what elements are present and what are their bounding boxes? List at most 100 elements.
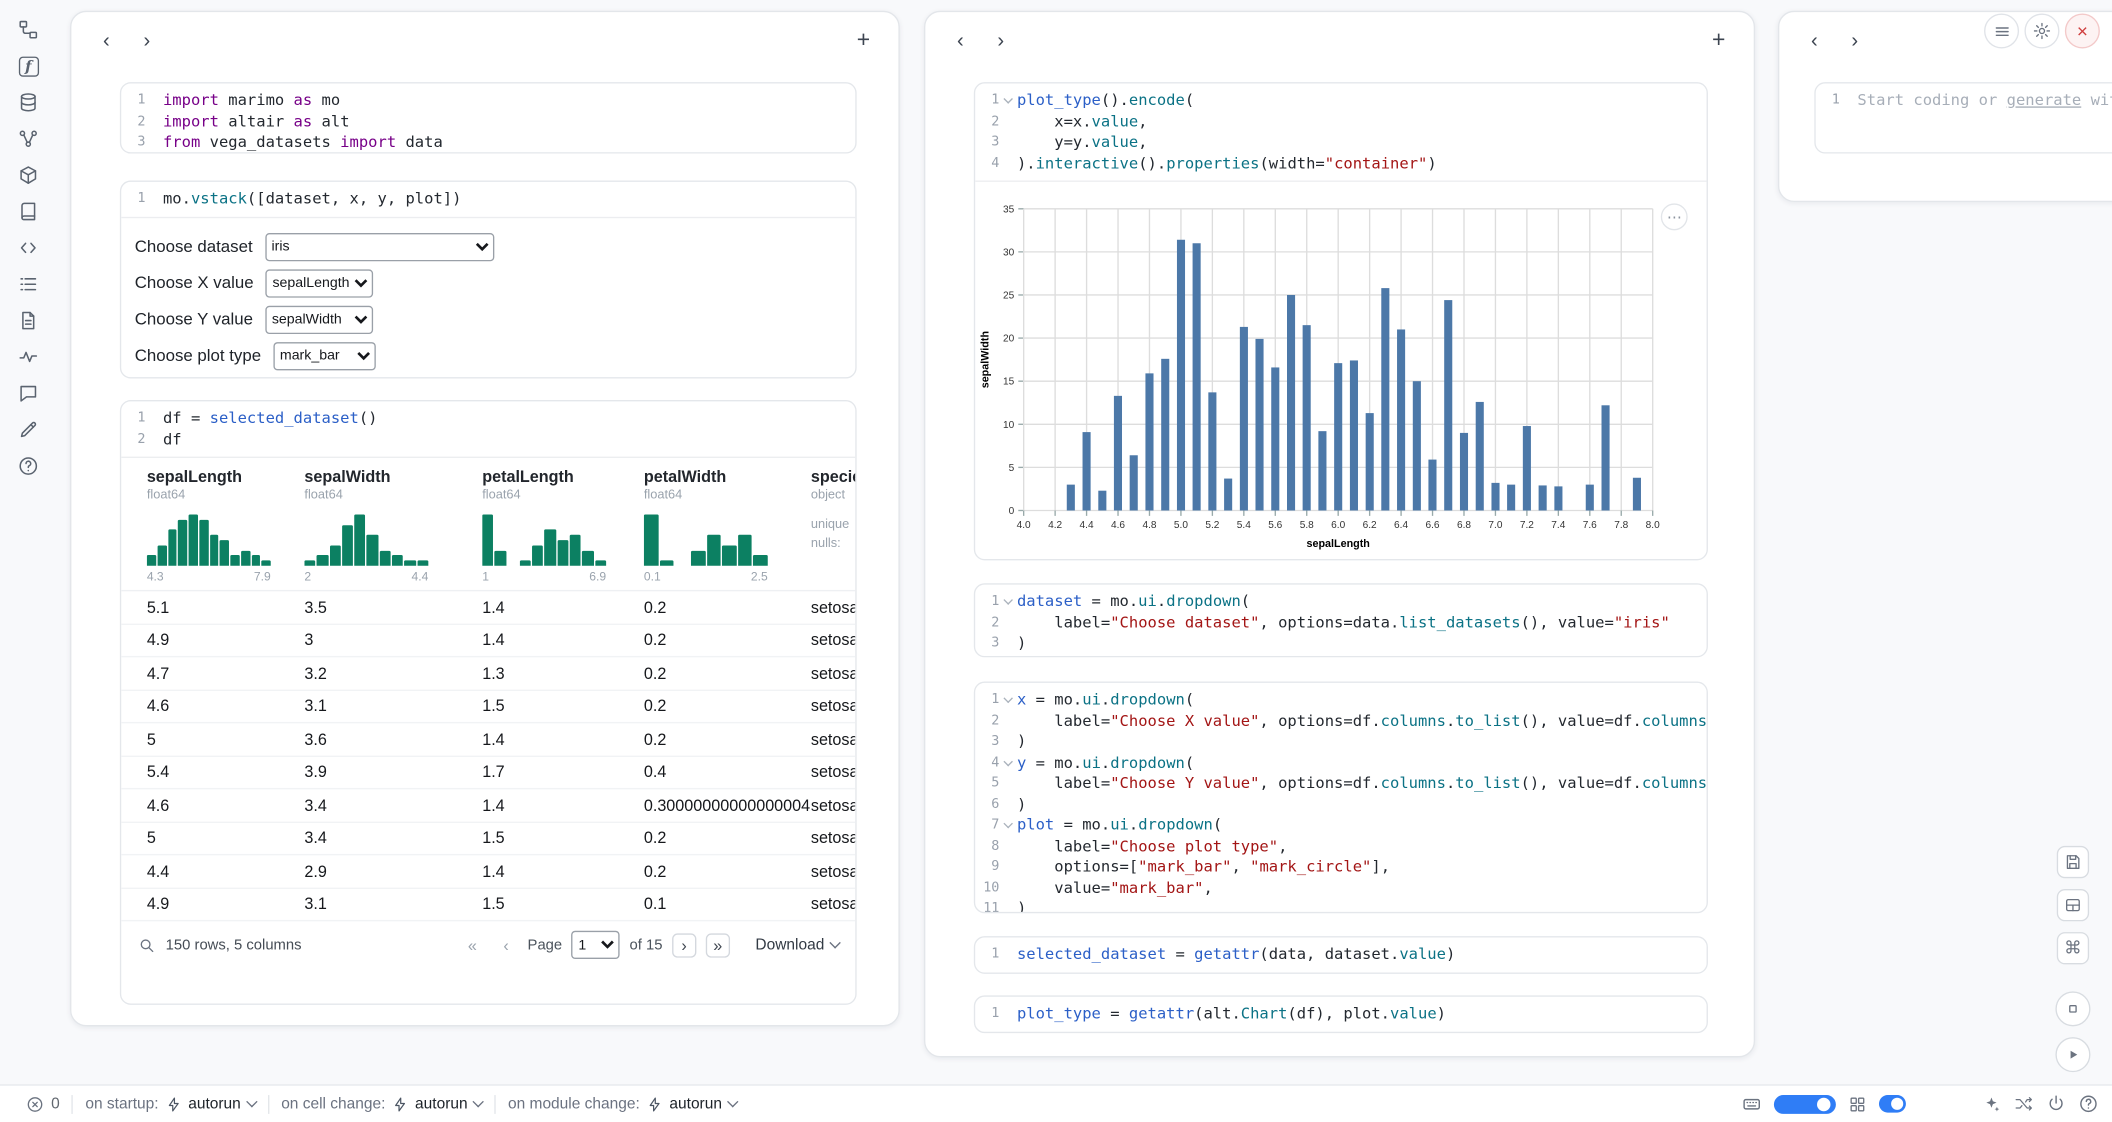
prev-page-button[interactable]: ‹ (494, 933, 518, 957)
sidebar-item-file-explorer[interactable] (11, 13, 46, 45)
column-expand-right-button[interactable]: › (131, 24, 163, 56)
code-editor[interactable]: 1mo.vstack([dataset, x, y, plot]) (121, 182, 855, 216)
first-page-button[interactable]: « (460, 933, 484, 957)
stop-icon (2064, 999, 2083, 1018)
sidebar-item-outline[interactable] (11, 195, 46, 227)
column-expand-right-button[interactable]: › (1839, 24, 1871, 56)
compact-toggle[interactable] (1879, 1095, 1906, 1113)
add-cell-button[interactable]: + (1703, 24, 1735, 56)
settings-button[interactable] (2024, 13, 2059, 48)
fold-toggle-icon[interactable] (999, 90, 1017, 111)
table-row[interactable]: 53.61.40.2setosa (121, 723, 855, 756)
keyboard-icon[interactable] (1742, 1094, 1762, 1114)
table-row[interactable]: 4.93.11.50.1setosa (121, 888, 855, 921)
sidebar-item-variables[interactable] (11, 123, 46, 155)
code-cell-imports[interactable]: 1import marimo as mo2import altair as al… (120, 82, 857, 153)
error-count-indicator[interactable]: 0 (13, 1094, 71, 1113)
chart-actions-button[interactable]: ⋯ (1661, 203, 1688, 230)
code-line: 2import altair as alt (121, 111, 855, 132)
runtime-toggle[interactable] (1774, 1094, 1836, 1113)
table-column-header[interactable]: speciesobjectuniquenulls: (811, 467, 855, 583)
code-cell-plot-type[interactable]: 1plot_type = getattr(alt.Chart(df), plot… (974, 995, 1708, 1033)
scratchpad-cell[interactable]: 1 Start coding or generate with AI (1814, 82, 2112, 153)
code-cell-xy-plot-dropdowns[interactable]: 1x = mo.ui.dropdown(2 label="Choose X va… (974, 682, 1708, 914)
ai-sparkles-icon[interactable] (1981, 1094, 2001, 1114)
bar-chart[interactable]: 051015202530354.04.24.44.64.85.05.25.45.… (975, 182, 1708, 560)
table-column-header[interactable]: petalWidthfloat64 0.12.5 (644, 467, 811, 583)
interrupt-button[interactable] (2055, 991, 2090, 1026)
grid-icon[interactable] (1848, 1094, 1867, 1113)
altair-chart-output[interactable]: 051015202530354.04.24.44.64.85.05.25.45.… (975, 180, 1706, 560)
code-editor[interactable]: 1plot_type().encode(2 x=x.value,3 y=y.va… (975, 84, 1706, 181)
close-panel-button[interactable]: × (2065, 13, 2100, 48)
code-cell-vstack[interactable]: 1mo.vstack([dataset, x, y, plot]) Choose… (120, 180, 857, 378)
code-editor[interactable]: 1dataset = mo.ui.dropdown(2 label="Choos… (975, 585, 1706, 658)
table-row[interactable]: 4.63.11.50.2setosa (121, 690, 855, 723)
sidebar-item-help[interactable] (11, 450, 46, 482)
code-editor[interactable]: 1x = mo.ui.dropdown(2 label="Choose X va… (975, 683, 1706, 913)
table-row[interactable]: 53.41.50.2setosa (121, 822, 855, 855)
code-cell-dataset-dropdown[interactable]: 1dataset = mo.ui.dropdown(2 label="Choos… (974, 583, 1708, 657)
code-cell-selected-dataset[interactable]: 1selected_dataset = getattr(data, datase… (974, 936, 1708, 974)
add-cell-button[interactable]: + (847, 24, 879, 56)
sidebar-item-ai-chat[interactable] (11, 377, 46, 409)
menu-button[interactable] (1984, 13, 2019, 48)
table-row[interactable]: 5.43.91.70.4setosa (121, 756, 855, 789)
code-cell-chart[interactable]: 1plot_type().encode(2 x=x.value,3 y=y.va… (974, 82, 1708, 560)
sidebar-item-scratchpad[interactable] (11, 414, 46, 446)
table-row[interactable]: 4.73.21.30.2setosa (121, 657, 855, 690)
fold-toggle-icon[interactable] (999, 815, 1017, 836)
code-editor[interactable]: 1df = selected_dataset()2df (121, 401, 855, 456)
fold-toggle-icon[interactable] (999, 591, 1017, 612)
table-column-header[interactable]: sepalLengthfloat64 4.37.9 (147, 467, 305, 583)
save-button[interactable] (2057, 846, 2089, 878)
column-collapse-left-button[interactable]: ‹ (944, 24, 976, 56)
last-page-button[interactable]: » (706, 933, 730, 957)
sidebar-item-snippets[interactable] (11, 232, 46, 264)
search-icon[interactable] (137, 935, 156, 954)
dropdown-choose-y-value[interactable]: sepalWidth (265, 305, 373, 333)
sidebar-item-functions[interactable]: f (11, 50, 46, 82)
sidebar-item-logs[interactable] (11, 268, 46, 300)
runtime-setting-dropdown[interactable]: on cell change:autorun (269, 1096, 494, 1112)
fold-toggle-icon[interactable] (999, 752, 1017, 773)
dropdown-choose-x-value[interactable]: sepalLength (266, 269, 374, 297)
keyboard-shortcuts-button[interactable]: ⌘ (2057, 932, 2089, 964)
page-select[interactable]: 1 (572, 931, 620, 959)
column-collapse-left-button[interactable]: ‹ (1798, 24, 1830, 56)
sidebar-item-packages[interactable] (11, 159, 46, 191)
code-editor[interactable]: 1import marimo as mo2import altair as al… (121, 84, 855, 154)
sidebar-item-tracing[interactable] (11, 341, 46, 373)
histogram-bar (417, 560, 428, 565)
code-cell-dataframe[interactable]: 1df = selected_dataset()2df sepalLengthf… (120, 400, 857, 1005)
panel-window-controls: × (1984, 13, 2100, 48)
dropdown-choose-dataset[interactable]: iris (265, 232, 494, 260)
table-column-header[interactable]: petalLengthfloat64 16.9 (482, 467, 644, 583)
dropdown-choose-plot-type[interactable]: mark_bar (273, 341, 375, 369)
generate-with-ai-link[interactable]: generate (2007, 90, 2082, 109)
table-row[interactable]: 4.42.91.40.2setosa (121, 855, 855, 888)
table-column-header[interactable]: sepalWidthfloat64 24.4 (304, 467, 482, 583)
fold-toggle-icon[interactable] (999, 690, 1017, 711)
sidebar-item-documentation[interactable] (11, 304, 46, 336)
code-placeholder[interactable]: Start coding or generate with AI (1857, 90, 2112, 111)
table-row[interactable]: 4.63.41.40.30000000000000004setosa (121, 789, 855, 822)
run-all-button[interactable] (2055, 1037, 2090, 1072)
layout-button[interactable] (2057, 889, 2089, 921)
download-button[interactable]: Download (755, 937, 839, 953)
histogram-bar (532, 546, 543, 566)
sidebar-item-data-sources[interactable] (11, 86, 46, 118)
runtime-setting-dropdown[interactable]: on startup:autorun (73, 1096, 267, 1112)
line-number: 9 (975, 857, 999, 878)
next-page-button[interactable]: › (672, 933, 696, 957)
column-collapse-left-button[interactable]: ‹ (90, 24, 122, 56)
column-expand-right-button[interactable]: › (985, 24, 1017, 56)
shuffle-icon[interactable] (2014, 1094, 2034, 1114)
code-editor[interactable]: 1plot_type = getattr(alt.Chart(df), plot… (975, 997, 1706, 1031)
table-row[interactable]: 5.13.51.40.2setosa (121, 591, 855, 624)
runtime-setting-dropdown[interactable]: on module change:autorun (496, 1096, 749, 1112)
code-editor[interactable]: 1selected_dataset = getattr(data, datase… (975, 937, 1706, 971)
power-icon[interactable] (2046, 1094, 2066, 1114)
help-icon[interactable] (2078, 1094, 2098, 1114)
table-row[interactable]: 4.931.40.2setosa (121, 624, 855, 657)
